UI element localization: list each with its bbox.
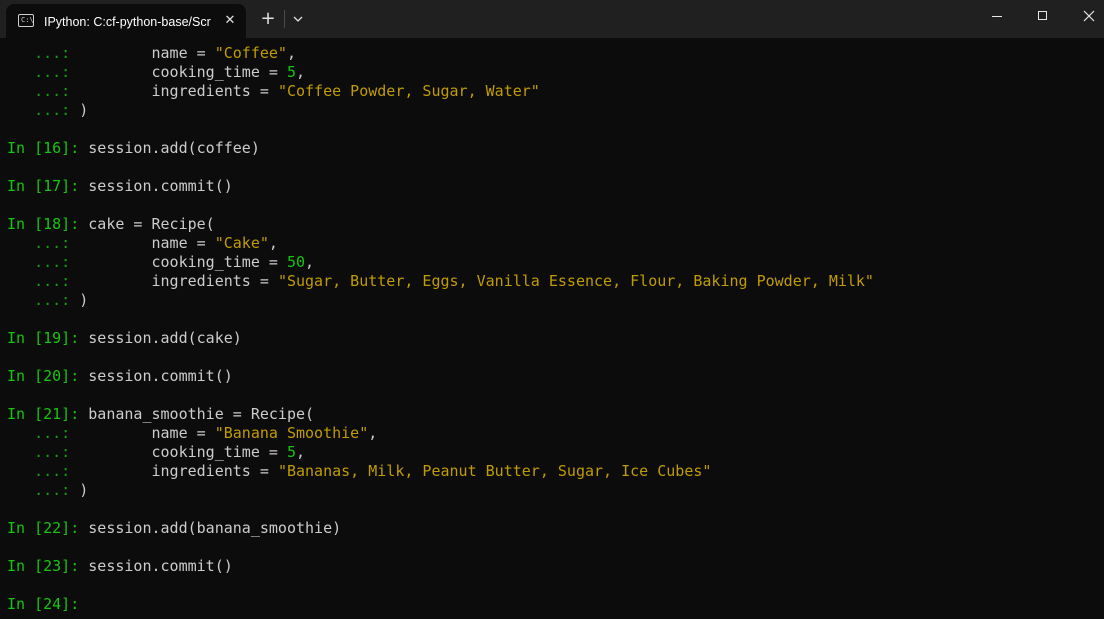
terminal-line: In [24]: — [7, 595, 88, 614]
code-text: name = — [79, 424, 215, 442]
continuation-prompt: ...: — [7, 63, 80, 81]
terminal-line: ...: ingredients = "Bananas, Milk, Peanu… — [7, 462, 711, 481]
code-text: "Banana Smoothie" — [214, 424, 369, 442]
code-text: name = — [79, 44, 215, 62]
code-text: , — [368, 424, 378, 442]
continuation-prompt: ...: — [7, 424, 80, 442]
terminal-line: In [16]: session.add(coffee) — [7, 139, 260, 158]
code-text: "Cake" — [214, 234, 269, 252]
code-text: cooking_time = — [79, 443, 287, 461]
terminal-line: In [17]: session.commit() — [7, 177, 233, 196]
terminal-line: ...: name = "Cake", — [7, 234, 278, 253]
code-text: , — [296, 443, 306, 461]
close-window-button[interactable] — [1066, 0, 1104, 34]
terminal-line: ...: name = "Banana Smoothie", — [7, 424, 377, 443]
input-prompt: In [22]: — [7, 519, 89, 537]
continuation-prompt: ...: — [7, 462, 80, 480]
code-text: 50 — [286, 253, 306, 271]
continuation-prompt: ...: — [7, 234, 80, 252]
input-prompt: In [17]: — [7, 177, 89, 195]
terminal-line: ...: ) — [7, 481, 88, 500]
terminal-line: In [22]: session.add(banana_smoothie) — [7, 519, 341, 538]
code-text: 5 — [286, 443, 296, 461]
code-text: , — [268, 234, 278, 252]
terminal-output[interactable]: ...: name = "Coffee", ...: cooking_time … — [0, 38, 1104, 619]
terminal-line: In [19]: session.add(cake) — [7, 329, 242, 348]
code-text: cooking_time = — [79, 253, 287, 271]
code-text: "Coffee" — [214, 44, 287, 62]
continuation-prompt: ...: — [7, 481, 80, 499]
minimize-button[interactable] — [974, 0, 1020, 34]
code-text: ) — [79, 481, 89, 499]
maximize-button[interactable] — [1020, 0, 1066, 34]
divider — [284, 10, 285, 28]
code-text: "Bananas, Milk, Peanut Butter, Sugar, Ic… — [277, 462, 712, 480]
terminal-line: In [21]: banana_smoothie = Recipe( — [7, 405, 314, 424]
continuation-prompt: ...: — [7, 82, 80, 100]
terminal-line: ...: ) — [7, 101, 88, 120]
code-text: 5 — [286, 63, 296, 81]
chevron-down-icon — [293, 16, 303, 22]
input-prompt: In [16]: — [7, 139, 89, 157]
code-text: session.commit() — [88, 367, 233, 385]
code-text: , — [296, 63, 306, 81]
code-text: ingredients = — [79, 82, 278, 100]
input-prompt: In [19]: — [7, 329, 89, 347]
code-text: , — [286, 44, 296, 62]
tab-dropdown-button[interactable] — [288, 9, 308, 29]
code-text: ) — [79, 291, 89, 309]
continuation-prompt: ...: — [7, 291, 80, 309]
terminal-line: In [23]: session.commit() — [7, 557, 233, 576]
code-text: "Sugar, Butter, Eggs, Vanilla Essence, F… — [277, 272, 874, 290]
continuation-prompt: ...: — [7, 272, 80, 290]
code-text: session.add(cake) — [88, 329, 242, 347]
terminal-line: ...: name = "Coffee", — [7, 44, 296, 63]
terminal-line: ...: ingredients = "Sugar, Butter, Eggs,… — [7, 272, 874, 291]
input-prompt: In [21]: — [7, 405, 89, 423]
terminal-tab[interactable]: C:\ IPython: C:cf-python-base/Scr ✕ — [6, 4, 246, 38]
terminal-line: ...: cooking_time = 5, — [7, 63, 305, 82]
code-text: cooking_time = — [79, 63, 287, 81]
continuation-prompt: ...: — [7, 101, 80, 119]
new-tab-button[interactable]: + — [258, 8, 278, 30]
code-text: banana_smoothie = Recipe( — [88, 405, 315, 423]
tab-title: IPython: C:cf-python-base/Scr — [44, 15, 211, 29]
terminal-icon: C:\ — [18, 14, 34, 27]
code-text: cake = Recipe( — [88, 215, 215, 233]
code-text: session.commit() — [88, 557, 233, 575]
code-text: "Coffee Powder, Sugar, Water" — [277, 82, 540, 100]
title-bar: C:\ IPython: C:cf-python-base/Scr ✕ + — [0, 0, 1104, 38]
terminal-line: ...: cooking_time = 50, — [7, 253, 314, 272]
continuation-prompt: ...: — [7, 443, 80, 461]
code-text: ingredients = — [79, 462, 278, 480]
input-prompt: In [24]: — [7, 595, 89, 613]
terminal-line: ...: ) — [7, 291, 88, 310]
code-text: session.add(banana_smoothie) — [88, 519, 342, 537]
code-text: , — [305, 253, 315, 271]
close-icon — [1083, 10, 1095, 22]
code-text: ) — [79, 101, 89, 119]
input-prompt: In [20]: — [7, 367, 89, 385]
input-prompt: In [18]: — [7, 215, 89, 233]
terminal-line: ...: ingredients = "Coffee Powder, Sugar… — [7, 82, 540, 101]
input-prompt: In [23]: — [7, 557, 89, 575]
terminal-line: In [20]: session.commit() — [7, 367, 233, 386]
continuation-prompt: ...: — [7, 44, 80, 62]
close-tab-button[interactable]: ✕ — [220, 11, 240, 31]
terminal-line: In [18]: cake = Recipe( — [7, 215, 215, 234]
code-text: ingredients = — [79, 272, 278, 290]
code-text: session.commit() — [88, 177, 233, 195]
terminal-line: ...: cooking_time = 5, — [7, 443, 305, 462]
continuation-prompt: ...: — [7, 253, 80, 271]
code-text: name = — [79, 234, 215, 252]
code-text: session.add(coffee) — [88, 139, 260, 157]
